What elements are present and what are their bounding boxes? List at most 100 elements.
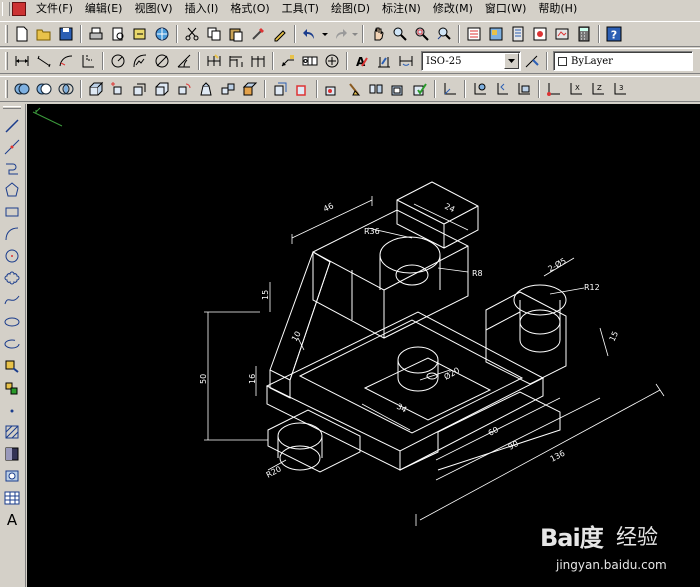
menu-tools[interactable]: 工具(T)	[276, 0, 325, 18]
menu-edit[interactable]: 编辑(E)	[79, 0, 129, 18]
center-mark-icon[interactable]	[321, 50, 343, 72]
copy-edges-icon[interactable]	[269, 78, 291, 100]
table-icon[interactable]	[2, 488, 22, 508]
check-icon[interactable]	[409, 78, 431, 100]
tolerance-icon[interactable]	[299, 50, 321, 72]
subtract-icon[interactable]	[33, 78, 55, 100]
layer-dropdown[interactable]: ByLayer	[553, 51, 693, 71]
menu-insert[interactable]: 插入(I)	[179, 0, 225, 18]
clean-icon[interactable]	[343, 78, 365, 100]
construction-line-icon[interactable]	[2, 137, 22, 157]
separate-icon[interactable]	[365, 78, 387, 100]
menu-window[interactable]: 窗口(W)	[479, 0, 532, 18]
design-center-icon[interactable]	[485, 23, 507, 45]
menu-grip[interactable]	[2, 2, 10, 16]
paste-icon[interactable]	[225, 23, 247, 45]
delete-faces-icon[interactable]	[151, 78, 173, 100]
chevron-down-icon[interactable]	[504, 53, 519, 69]
toolbar-grip[interactable]	[5, 80, 8, 98]
radius-dimension-icon[interactable]	[107, 50, 129, 72]
ucs-3point-icon[interactable]: 3	[609, 78, 631, 100]
zoom-realtime-icon[interactable]	[389, 23, 411, 45]
cut-icon[interactable]	[181, 23, 203, 45]
toolbar-grip[interactable]	[3, 106, 21, 109]
insert-block-icon[interactable]	[2, 356, 22, 376]
match-properties-icon[interactable]	[247, 23, 269, 45]
arc-length-icon[interactable]	[55, 50, 77, 72]
quick-leader-icon[interactable]	[277, 50, 299, 72]
ucs-face-icon[interactable]	[513, 78, 535, 100]
imprint-icon[interactable]	[321, 78, 343, 100]
save-icon[interactable]	[55, 23, 77, 45]
polyline-icon[interactable]	[2, 158, 22, 178]
move-faces-icon[interactable]	[107, 78, 129, 100]
linear-dimension-icon[interactable]	[11, 50, 33, 72]
menu-help[interactable]: 帮助(H)	[532, 0, 583, 18]
dimension-style-dropdown[interactable]: ISO-25	[421, 51, 521, 71]
tool-palettes-icon[interactable]	[507, 23, 529, 45]
zoom-window-icon[interactable]	[411, 23, 433, 45]
aligned-dimension-icon[interactable]	[33, 50, 55, 72]
undo-dropdown-icon[interactable]	[321, 23, 329, 45]
help-icon[interactable]: ?	[603, 23, 625, 45]
continue-dimension-icon[interactable]	[247, 50, 269, 72]
menu-draw[interactable]: 绘图(D)	[325, 0, 376, 18]
zoom-previous-icon[interactable]	[433, 23, 455, 45]
intersect-icon[interactable]	[55, 78, 77, 100]
block-editor-icon[interactable]	[269, 23, 291, 45]
dimension-style-icon[interactable]	[521, 50, 543, 72]
copy-icon[interactable]	[203, 23, 225, 45]
ucs-x-icon[interactable]: X	[565, 78, 587, 100]
etransmit-icon[interactable]	[151, 23, 173, 45]
offset-faces-icon[interactable]	[129, 78, 151, 100]
spline-icon[interactable]	[2, 290, 22, 310]
dimension-edit-icon[interactable]: A	[351, 50, 373, 72]
rotate-faces-icon[interactable]	[173, 78, 195, 100]
ucs-previous-icon[interactable]	[491, 78, 513, 100]
circle-icon[interactable]	[2, 246, 22, 266]
print-preview-icon[interactable]	[107, 23, 129, 45]
revision-cloud-icon[interactable]	[2, 268, 22, 288]
copy-faces-icon[interactable]	[217, 78, 239, 100]
line-icon[interactable]	[2, 116, 22, 136]
menu-dimension[interactable]: 标注(N)	[376, 0, 427, 18]
app-icon[interactable]	[12, 2, 26, 16]
union-icon[interactable]	[11, 78, 33, 100]
publish-icon[interactable]	[129, 23, 151, 45]
ucs-origin-icon[interactable]	[543, 78, 565, 100]
polygon-icon[interactable]	[2, 180, 22, 200]
redo-dropdown-icon[interactable]	[351, 23, 359, 45]
shell-icon[interactable]	[387, 78, 409, 100]
ellipse-icon[interactable]	[2, 312, 22, 332]
ordinate-dimension-icon[interactable]	[77, 50, 99, 72]
region-icon[interactable]	[2, 466, 22, 486]
diameter-dimension-icon[interactable]	[151, 50, 173, 72]
calculator-icon[interactable]	[573, 23, 595, 45]
dimension-update-icon[interactable]	[395, 50, 417, 72]
gradient-icon[interactable]	[2, 444, 22, 464]
taper-faces-icon[interactable]	[195, 78, 217, 100]
multiline-text-tool[interactable]: A	[2, 510, 22, 530]
make-block-icon[interactable]	[2, 378, 22, 398]
properties-icon[interactable]	[463, 23, 485, 45]
open-file-icon[interactable]	[33, 23, 55, 45]
angular-dimension-icon[interactable]	[173, 50, 195, 72]
ucs-icon[interactable]	[439, 78, 461, 100]
menu-format[interactable]: 格式(O)	[224, 0, 275, 18]
hatch-icon[interactable]	[2, 422, 22, 442]
new-file-icon[interactable]	[11, 23, 33, 45]
toolbar-grip[interactable]	[5, 25, 8, 43]
ellipse-arc-icon[interactable]	[2, 334, 22, 354]
toolbar-grip[interactable]	[5, 52, 8, 70]
markup-icon[interactable]	[551, 23, 573, 45]
dimension-text-edit-icon[interactable]	[373, 50, 395, 72]
color-edges-icon[interactable]	[291, 78, 313, 100]
menu-view[interactable]: 视图(V)	[128, 0, 178, 18]
sheet-set-icon[interactable]	[529, 23, 551, 45]
menu-modify[interactable]: 修改(M)	[427, 0, 479, 18]
quick-dimension-icon[interactable]	[203, 50, 225, 72]
color-faces-icon[interactable]	[239, 78, 261, 100]
pan-icon[interactable]	[367, 23, 389, 45]
print-icon[interactable]	[85, 23, 107, 45]
arc-icon[interactable]	[2, 224, 22, 244]
